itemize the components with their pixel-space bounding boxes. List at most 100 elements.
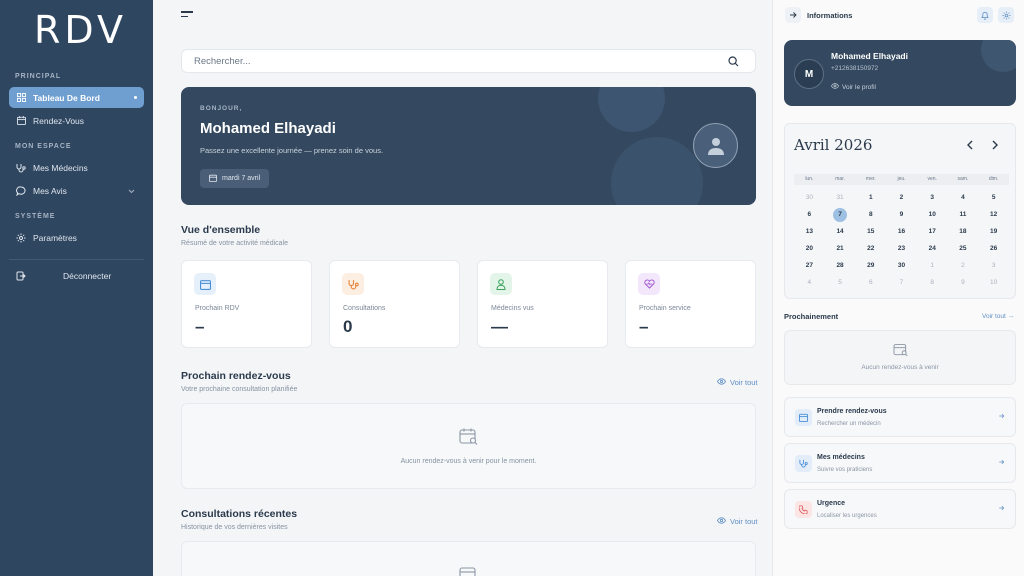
calendar-day[interactable]: 6 [794, 206, 825, 223]
calendar-day-number: 16 [897, 228, 906, 235]
calendar-day[interactable]: 8 [917, 274, 948, 291]
calendar-day[interactable]: 23 [886, 240, 917, 257]
calendar-day-number: 24 [928, 245, 936, 252]
calendar-day[interactable]: 5 [825, 274, 856, 291]
upcoming-view-all-link[interactable]: Voir tout → [982, 313, 1014, 320]
calendar-day[interactable]: 31 [825, 189, 856, 206]
quick-action-my-doctors[interactable]: Mes médecins Suivre vos praticiens [784, 443, 1016, 483]
arrow-right-icon[interactable] [785, 7, 801, 23]
calendar-day[interactable]: 17 [917, 223, 948, 240]
calendar-day[interactable]: 13 [794, 223, 825, 240]
sidebar-item-reviews[interactable]: Mes Avis [9, 180, 144, 201]
calendar-icon [194, 273, 216, 295]
calendar-day[interactable]: 26 [978, 240, 1009, 257]
calendar-day[interactable]: 5 [978, 189, 1009, 206]
calendar-day[interactable]: 2 [948, 257, 979, 274]
calendar-day[interactable]: 6 [855, 274, 886, 291]
calendar-day[interactable]: 28 [825, 257, 856, 274]
calendar-day[interactable]: 4 [948, 189, 979, 206]
eye-icon [716, 378, 727, 387]
chevron-down-icon[interactable] [128, 186, 135, 196]
link-text: Voir tout [730, 517, 758, 526]
search-bar[interactable] [181, 49, 756, 73]
calendar-day[interactable]: 30 [794, 189, 825, 206]
calendar-day[interactable]: 8 [855, 206, 886, 223]
stat-card-next-service[interactable]: Prochain service – [625, 260, 756, 348]
calendar-day[interactable]: 7 [886, 274, 917, 291]
stethoscope-icon [342, 273, 364, 295]
sidebar-item-dashboard[interactable]: Tableau De Bord [9, 87, 144, 108]
calendar-day[interactable]: 27 [794, 257, 825, 274]
sidebar-item-label: Tableau De Bord [33, 92, 100, 103]
bell-icon[interactable] [977, 7, 993, 23]
calendar-day[interactable]: 10 [978, 274, 1009, 291]
calendar-day-today[interactable]: 7 [825, 206, 856, 223]
calendar-day-number: 12 [990, 211, 998, 218]
user-avatar-icon[interactable] [693, 123, 738, 168]
calendar-day-number: 17 [928, 228, 936, 235]
calendar-day[interactable]: 20 [794, 240, 825, 257]
calendar-day[interactable]: 1 [917, 257, 948, 274]
sidebar-item-settings[interactable]: Paramètres [9, 227, 144, 248]
weekday-label: mer. [865, 176, 876, 182]
menu-toggle-icon[interactable] [181, 11, 193, 20]
stat-card-consultations[interactable]: Consultations 0 [329, 260, 460, 348]
stethoscope-icon [795, 455, 812, 472]
view-all-appointments-link[interactable]: Voir tout [716, 378, 758, 387]
calendar-icon [795, 409, 812, 426]
calendar-day[interactable]: 19 [978, 223, 1009, 240]
calendar-day[interactable]: 2 [886, 189, 917, 206]
calendar-icon [16, 116, 26, 126]
calendar-day-number: 1 [930, 262, 935, 269]
sidebar-item-label: Mes Avis [33, 185, 67, 196]
calendar-day-number: 10 [928, 211, 936, 218]
calendar-icon [459, 566, 479, 576]
calendar-day[interactable]: 25 [948, 240, 979, 257]
sidebar-item-appointments[interactable]: Rendez-Vous [9, 110, 144, 131]
stat-card-doctors-seen[interactable]: Médecins vus — [477, 260, 608, 348]
logout-button[interactable]: Déconnecter [9, 265, 144, 286]
calendar-day-number: 5 [838, 279, 842, 286]
calendar-day[interactable]: 24 [917, 240, 948, 257]
profile-card[interactable]: M Mohamed Elhayadi +212638150972 Voir le… [784, 40, 1016, 106]
app-logo[interactable]: RDV [34, 8, 127, 52]
search-input[interactable] [194, 55, 714, 67]
calendar-day-number: 4 [961, 194, 965, 201]
quick-action-book-appointment[interactable]: Prendre rendez-vous Rechercher un médeci… [784, 397, 1016, 437]
calendar-day-number: 7 [838, 211, 842, 218]
calendar-day[interactable]: 10 [917, 206, 948, 223]
calendar-day[interactable]: 4 [794, 274, 825, 291]
recent-consultations-empty-state [181, 541, 756, 576]
chevron-left-icon[interactable] [966, 137, 974, 153]
calendar-day[interactable]: 14 [825, 223, 856, 240]
calendar-day[interactable]: 16 [886, 223, 917, 240]
calendar-search-icon [459, 428, 479, 451]
calendar-day[interactable]: 22 [855, 240, 886, 257]
search-icon[interactable] [728, 56, 739, 70]
calendar-day-number: 9 [961, 279, 965, 286]
chevron-right-icon[interactable] [991, 137, 999, 153]
calendar-day[interactable]: 30 [886, 257, 917, 274]
calendar-day[interactable]: 9 [948, 274, 979, 291]
calendar-day[interactable]: 12 [978, 206, 1009, 223]
calendar-day[interactable]: 15 [855, 223, 886, 240]
calendar-day[interactable]: 1 [855, 189, 886, 206]
stat-card-next-appointment[interactable]: Prochain RDV – [181, 260, 312, 348]
calendar-day[interactable]: 3 [978, 257, 1009, 274]
calendar-day[interactable]: 18 [948, 223, 979, 240]
sidebar-item-doctors[interactable]: Mes Médecins [9, 157, 144, 178]
empty-state-message: Aucun rendez-vous à venir pour le moment… [400, 458, 537, 465]
view-all-consultations-link[interactable]: Voir tout [716, 517, 758, 526]
calendar-day[interactable]: 21 [825, 240, 856, 257]
calendar-day-number: 30 [805, 194, 813, 201]
calendar-day[interactable]: 3 [917, 189, 948, 206]
next-appointment-title: Prochain rendez-vous [181, 370, 291, 382]
calendar-day[interactable]: 29 [855, 257, 886, 274]
quick-action-subtitle: Suivre vos praticiens [817, 467, 873, 473]
view-profile-link[interactable]: Voir le profil [830, 83, 876, 91]
calendar-day[interactable]: 9 [886, 206, 917, 223]
gear-icon[interactable] [998, 7, 1014, 23]
calendar-day[interactable]: 11 [948, 206, 979, 223]
user-icon [490, 273, 512, 295]
quick-action-emergency[interactable]: Urgence Localiser les urgences [784, 489, 1016, 529]
